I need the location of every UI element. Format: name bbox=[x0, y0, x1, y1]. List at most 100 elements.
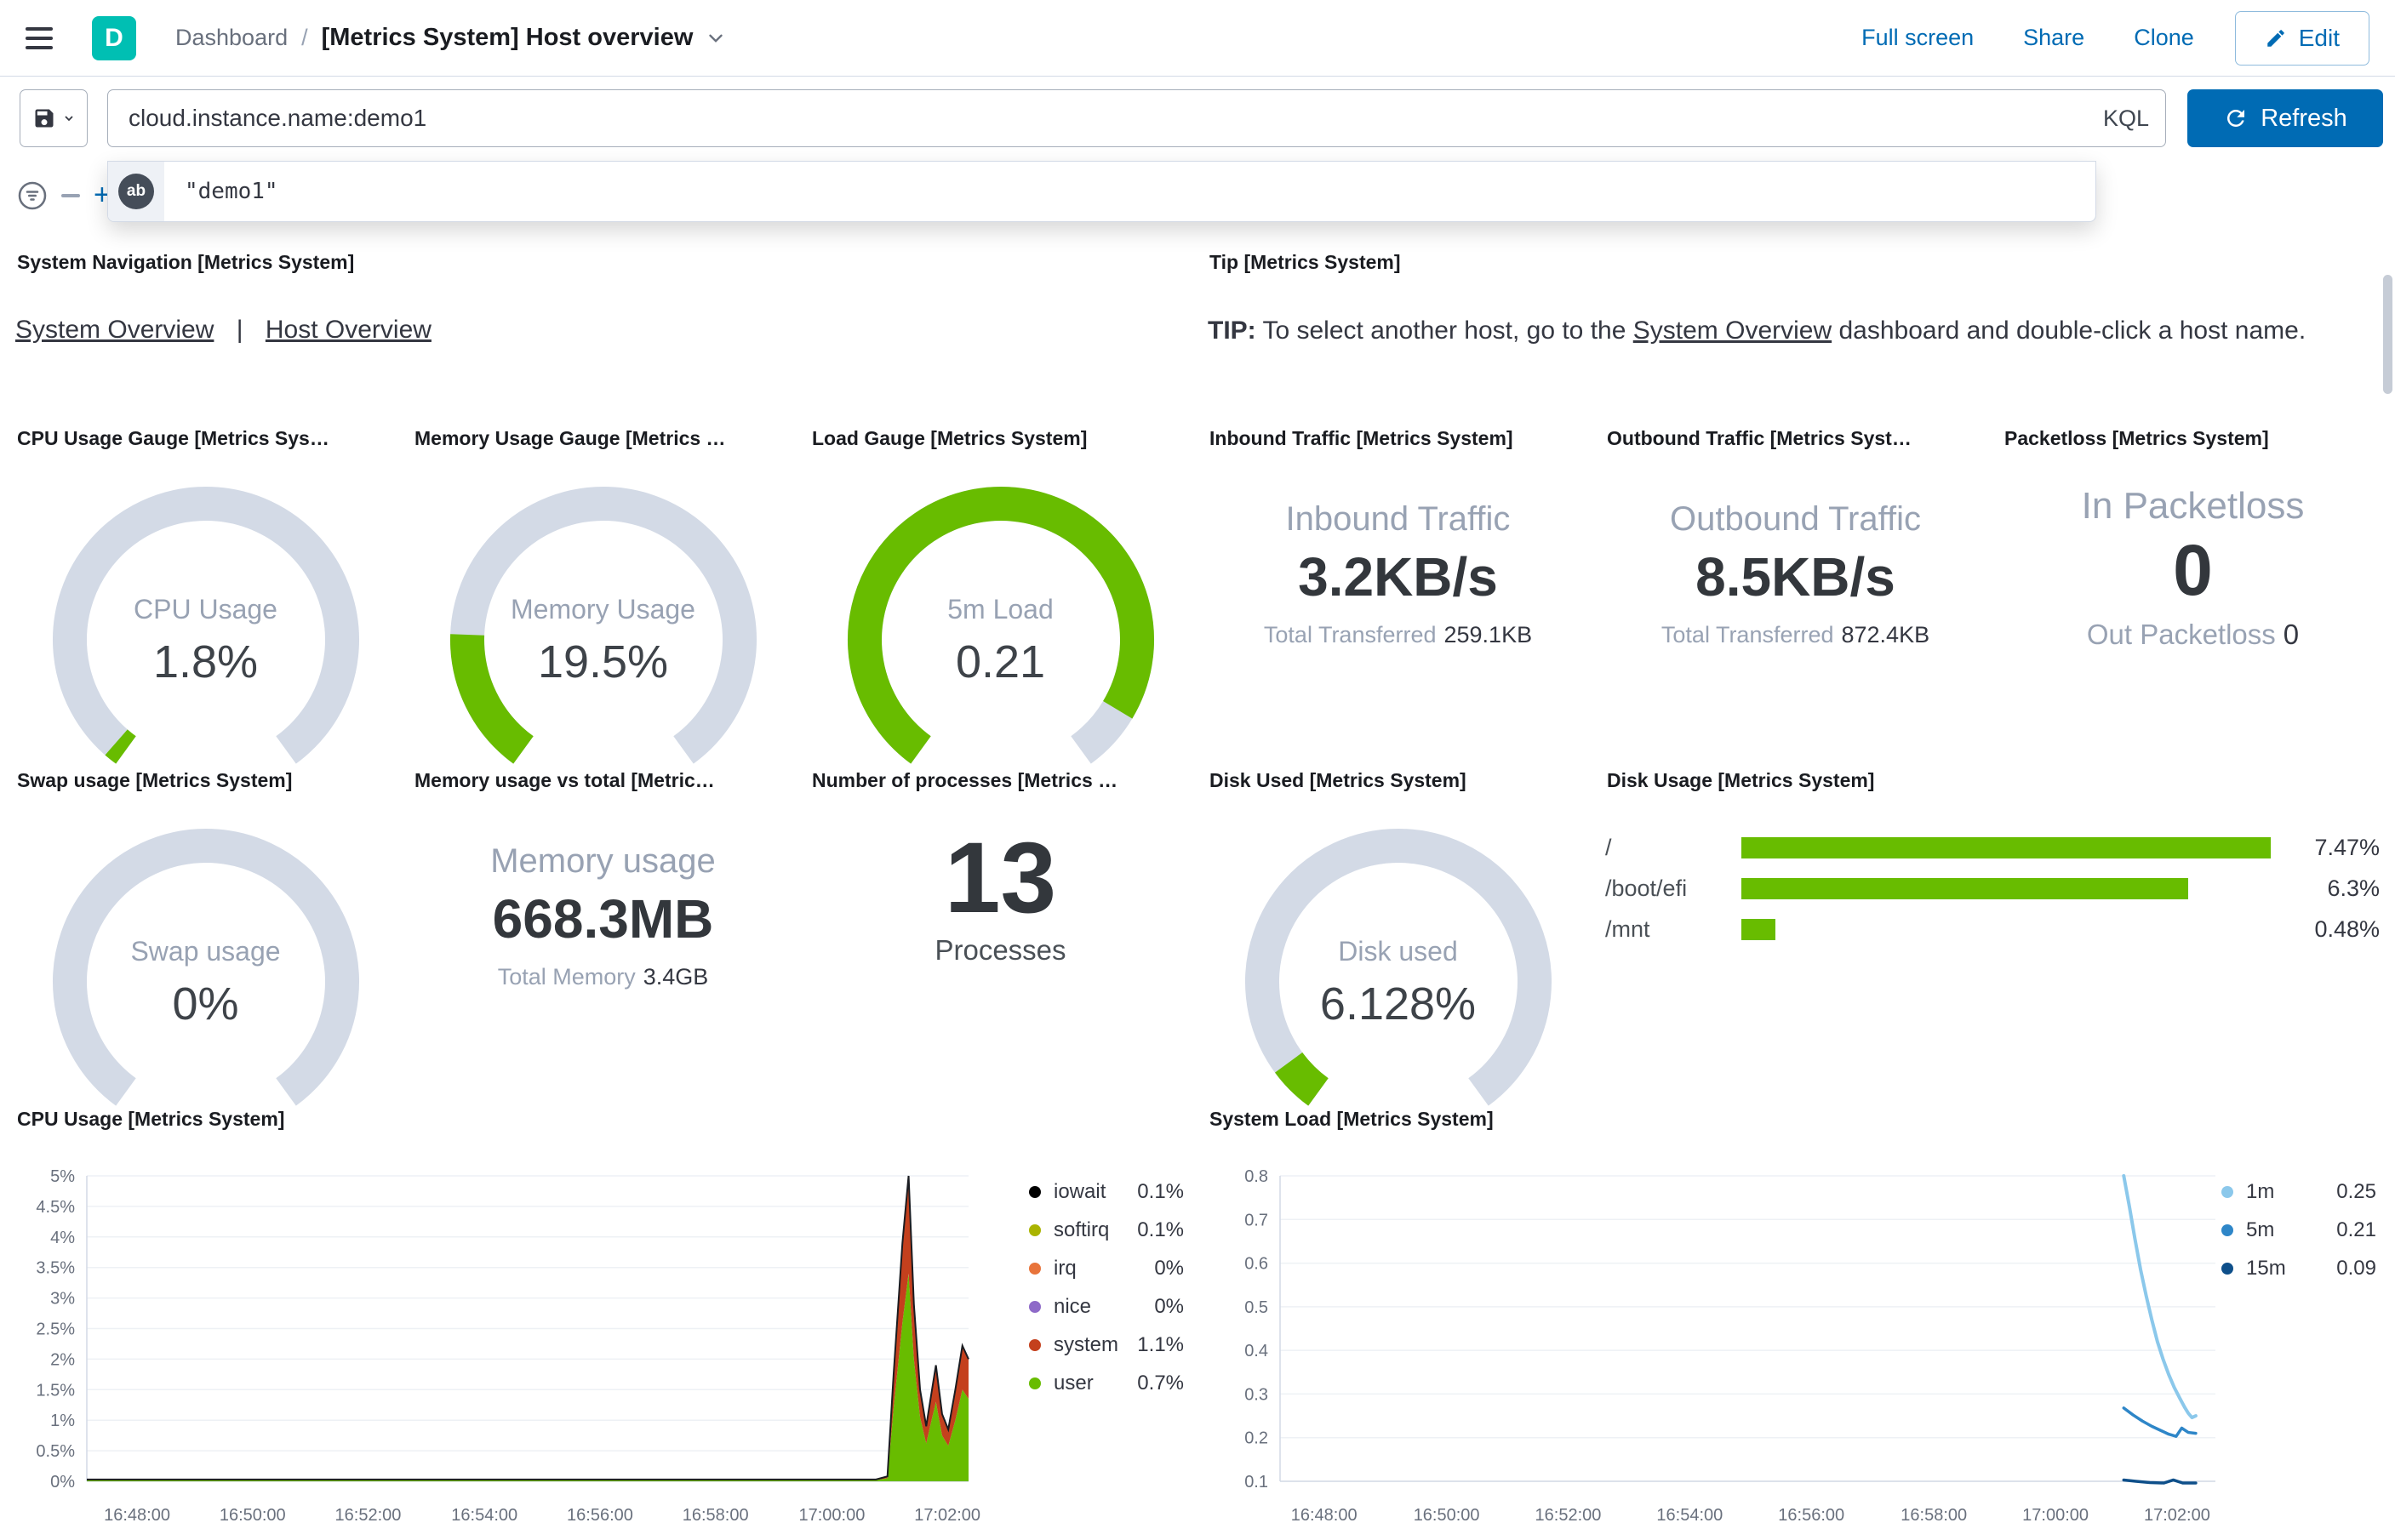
svg-text:16:50:00: 16:50:00 bbox=[220, 1506, 286, 1525]
panel-title[interactable]: CPU Usage [Metrics System] bbox=[17, 1106, 1191, 1132]
value-token-icon: ab bbox=[118, 174, 154, 209]
metric-value: 8.5KB/s bbox=[1695, 546, 1895, 607]
panel-title[interactable]: Outbound Traffic [Metrics Syst… bbox=[1607, 425, 1986, 451]
panel-title[interactable]: Inbound Traffic [Metrics System] bbox=[1209, 425, 1588, 451]
bar-track bbox=[1741, 918, 2271, 940]
svg-text:0.8: 0.8 bbox=[1244, 1167, 1268, 1186]
legend-item[interactable]: nice 0% bbox=[1029, 1287, 1184, 1326]
legend-item[interactable]: user 0.7% bbox=[1029, 1364, 1184, 1402]
svg-text:17:02:00: 17:02:00 bbox=[914, 1506, 980, 1525]
metric-sub-label: Out Packetloss bbox=[2086, 619, 2276, 650]
panel-title[interactable]: Tip [Metrics System] bbox=[1209, 249, 2383, 275]
gauge-value: 6.128% bbox=[1319, 978, 1477, 1030]
panel-title[interactable]: Disk Used [Metrics System] bbox=[1209, 767, 1588, 793]
swap-usage-gauge: Swap usage 0% bbox=[36, 818, 376, 1135]
tip-system-overview-link[interactable]: System Overview bbox=[1633, 317, 1832, 345]
svg-text:4.5%: 4.5% bbox=[36, 1198, 75, 1217]
panel-disk-used: Disk Used [Metrics System] Disk used 6.1… bbox=[1208, 762, 1588, 1106]
panel-title[interactable]: Packetloss [Metrics System] bbox=[2004, 425, 2383, 451]
metric-value: 13 bbox=[944, 822, 1057, 934]
legend-dot-icon bbox=[1029, 1262, 1041, 1275]
metric-sub-label: Total Transferred bbox=[1660, 622, 1834, 647]
panel-title[interactable]: Load Gauge [Metrics System] bbox=[812, 425, 1191, 451]
legend-dot-icon bbox=[1029, 1185, 1041, 1198]
legend-dot-icon bbox=[1029, 1377, 1041, 1389]
legend-dot-icon bbox=[1029, 1338, 1041, 1351]
chevron-down-icon[interactable] bbox=[705, 27, 727, 49]
legend-dot-icon bbox=[1029, 1300, 1041, 1313]
packetloss-metric: In Packetloss 0 Out Packetloss 0 bbox=[2003, 485, 2383, 651]
legend-series-name: nice bbox=[1054, 1294, 1092, 1318]
query-input[interactable]: cloud.instance.name:demo1 KQL bbox=[107, 89, 2166, 147]
processes-metric: 13 Processes bbox=[810, 822, 1191, 967]
metric-sub-value: 259.1KB bbox=[1443, 622, 1533, 647]
load-gauge: 5m Load 0.21 bbox=[831, 476, 1171, 793]
tip-text: TIP: To select another host, go to the S… bbox=[1208, 311, 2352, 351]
bar-fill[interactable] bbox=[1741, 877, 2188, 899]
panel-title[interactable]: Swap usage [Metrics System] bbox=[17, 767, 396, 793]
metric-label: Processes bbox=[935, 933, 1066, 966]
panel-title[interactable]: System Navigation [Metrics System] bbox=[17, 249, 1191, 275]
bar-fill[interactable] bbox=[1741, 836, 2271, 858]
edit-button-label: Edit bbox=[2298, 24, 2340, 51]
legend-item[interactable]: 5m 0.21 bbox=[2221, 1211, 2376, 1249]
gauge-label: CPU Usage bbox=[134, 594, 277, 625]
panel-title[interactable]: Memory Usage Gauge [Metrics … bbox=[414, 425, 793, 451]
query-text[interactable]: cloud.instance.name:demo1 bbox=[129, 105, 2087, 132]
breadcrumb: Dashboard / [Metrics System] Host overvi… bbox=[175, 24, 727, 52]
svg-text:0.7: 0.7 bbox=[1244, 1211, 1268, 1229]
clone-link[interactable]: Clone bbox=[2134, 25, 2194, 51]
breadcrumb-dashboard[interactable]: Dashboard bbox=[175, 25, 288, 51]
legend-series-value: 0.7% bbox=[1137, 1371, 1184, 1395]
panel-title[interactable]: CPU Usage Gauge [Metrics Sys… bbox=[17, 425, 396, 451]
space-avatar[interactable]: D bbox=[92, 15, 136, 60]
refresh-button[interactable]: Refresh bbox=[2187, 89, 2383, 147]
legend-item[interactable]: iowait 0.1% bbox=[1029, 1172, 1184, 1211]
legend-item[interactable]: 15m 0.09 bbox=[2221, 1249, 2376, 1287]
refresh-icon bbox=[2227, 109, 2245, 127]
metric-label: In Packetloss bbox=[2081, 485, 2305, 527]
panel-cpu-usage-gauge: CPU Usage Gauge [Metrics Sys… CPU Usage … bbox=[15, 420, 396, 764]
svg-text:0%: 0% bbox=[50, 1473, 75, 1492]
outbound-traffic-metric: Outbound Traffic 8.5KB/s Total Transferr… bbox=[1605, 500, 1986, 648]
host-overview-link[interactable]: Host Overview bbox=[266, 316, 432, 344]
svg-text:5%: 5% bbox=[50, 1167, 75, 1186]
gauge-value: 19.5% bbox=[537, 636, 669, 687]
panel-title[interactable]: Memory usage vs total [Metric… bbox=[414, 767, 793, 793]
suggestion-item[interactable]: "demo1" bbox=[185, 179, 278, 204]
save-icon bbox=[35, 109, 53, 128]
panel-title[interactable]: Number of processes [Metrics … bbox=[812, 767, 1191, 793]
saved-query-menu-button[interactable] bbox=[20, 89, 88, 147]
svg-text:16:56:00: 16:56:00 bbox=[567, 1506, 633, 1525]
panel-title[interactable]: Disk Usage [Metrics System] bbox=[1607, 767, 2383, 793]
legend-series-value: 0.1% bbox=[1137, 1218, 1184, 1241]
legend-item[interactable]: system 1.1% bbox=[1029, 1326, 1184, 1364]
share-link[interactable]: Share bbox=[2023, 25, 2084, 51]
top-navigation-bar: D Dashboard / [Metrics System] Host over… bbox=[0, 0, 2395, 77]
legend-dot-icon bbox=[2221, 1223, 2233, 1236]
legend-item[interactable]: softirq 0.1% bbox=[1029, 1211, 1184, 1249]
legend-item[interactable]: irq 0% bbox=[1029, 1249, 1184, 1287]
legend-series-value: 0.1% bbox=[1137, 1179, 1184, 1203]
system-overview-link[interactable]: System Overview bbox=[15, 316, 214, 344]
legend-series-name: user bbox=[1054, 1371, 1094, 1395]
disk-usage-bar-row: /boot/efi 6.3% bbox=[1605, 868, 2380, 909]
metric-label: Memory usage bbox=[490, 842, 716, 880]
dashboard-grid: System Navigation [Metrics System] Syste… bbox=[0, 244, 2383, 1535]
legend-item[interactable]: 1m 0.25 bbox=[2221, 1172, 2376, 1211]
filter-icon[interactable] bbox=[17, 180, 48, 211]
gauge-value: 0.21 bbox=[955, 636, 1046, 687]
svg-text:0.5%: 0.5% bbox=[36, 1442, 75, 1461]
cpu-usage-gauge: CPU Usage 1.8% bbox=[36, 476, 376, 793]
panel-tip: Tip [Metrics System] TIP: To select anot… bbox=[1208, 244, 2383, 410]
space-avatar-letter: D bbox=[105, 23, 123, 52]
query-language-toggle[interactable]: KQL bbox=[2087, 90, 2165, 146]
metric-sub-value: 3.4GB bbox=[643, 964, 709, 990]
gauge-value: 1.8% bbox=[152, 636, 259, 687]
full-screen-link[interactable]: Full screen bbox=[1861, 25, 1974, 51]
bar-fill[interactable] bbox=[1741, 918, 1775, 940]
scrollbar-thumb[interactable] bbox=[2383, 275, 2392, 394]
edit-button[interactable]: Edit bbox=[2234, 10, 2369, 66]
panel-title[interactable]: System Load [Metrics System] bbox=[1209, 1106, 2383, 1132]
menu-icon[interactable] bbox=[26, 21, 63, 55]
